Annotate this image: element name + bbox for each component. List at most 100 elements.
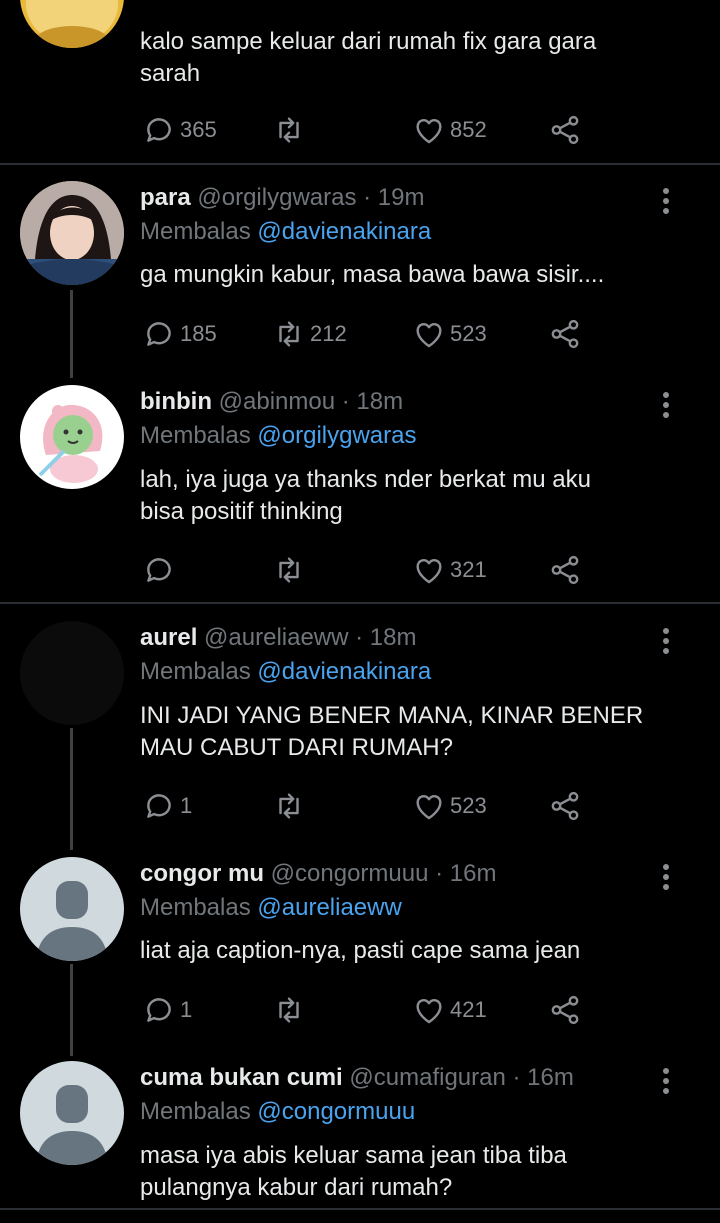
replying-to-label: Membalas — [140, 658, 251, 685]
share-icon — [551, 555, 579, 585]
timestamp: · 16m — [435, 860, 497, 887]
reply-icon — [147, 794, 171, 818]
tweet-divider — [0, 163, 720, 165]
replying-to-label: Membalas — [140, 894, 251, 921]
avatar[interactable] — [20, 1061, 124, 1165]
more-options-button[interactable] — [656, 186, 676, 216]
reply-icon — [147, 322, 171, 346]
replying-to-mention[interactable]: @aureliaeww — [257, 894, 401, 921]
like-count: 852 — [450, 117, 487, 142]
tweet-text: liat aja caption-nya, pasti cape sama je… — [140, 937, 581, 964]
reply-icon — [147, 998, 171, 1022]
share-icon — [551, 791, 579, 821]
thread-line — [70, 964, 73, 1056]
replying-to-mention[interactable]: @davienakinara — [257, 218, 431, 245]
reply-button[interactable] — [142, 553, 180, 587]
tweet-text: kalo sampe keluar dari rumah fix gara ga… — [140, 28, 597, 87]
tweet-header: congor mu @congormuuu · 16m — [140, 859, 496, 889]
share-button[interactable] — [548, 553, 582, 587]
retweet-button[interactable] — [272, 553, 310, 587]
tweet-actions: 1 421 — [142, 993, 602, 1027]
avatar[interactable] — [20, 0, 124, 48]
avatar[interactable] — [20, 385, 124, 489]
avatar[interactable] — [20, 181, 124, 285]
more-options-button[interactable] — [656, 390, 676, 420]
more-options-button[interactable] — [656, 626, 676, 656]
share-button[interactable] — [548, 113, 582, 147]
tweet-text: masa iya abis keluar sama jean tiba tiba… — [140, 1142, 567, 1201]
share-button[interactable] — [548, 317, 582, 351]
tweet-divider — [0, 1208, 720, 1210]
replying-to-mention[interactable]: @davienakinara — [257, 658, 431, 685]
reply-button[interactable]: 1 — [142, 993, 192, 1027]
retweet-icon — [279, 321, 299, 347]
replying-to-mention[interactable]: @orgilygwaras — [257, 422, 416, 449]
retweet-button[interactable] — [272, 993, 310, 1027]
share-icon — [551, 319, 579, 349]
user-handle[interactable]: @abinmou — [219, 388, 335, 415]
avatar[interactable] — [20, 621, 124, 725]
replying-to: Membalas @orgilygwaras — [140, 421, 416, 451]
thread-line — [70, 728, 73, 850]
retweet-button[interactable] — [272, 113, 310, 147]
heart-icon — [416, 999, 442, 1024]
reply-button[interactable]: 185 — [142, 317, 217, 351]
reply-button[interactable]: 1 — [142, 789, 192, 823]
more-vertical-icon — [656, 188, 676, 214]
user-handle[interactable]: @cumafiguran — [349, 1064, 505, 1091]
tweet-header: binbin @abinmou · 18m — [140, 387, 403, 417]
display-name[interactable]: aurel — [140, 624, 197, 651]
share-button[interactable] — [548, 993, 582, 1027]
more-vertical-icon — [656, 392, 676, 418]
tweet-header: para @orgilygwaras · 19m — [140, 183, 425, 213]
replying-to: Membalas @davienakinara — [140, 217, 431, 247]
more-options-button[interactable] — [656, 862, 676, 892]
replying-to-label: Membalas — [140, 1098, 251, 1125]
retweet-icon — [279, 557, 299, 583]
display-name[interactable]: congor mu — [140, 860, 264, 887]
timestamp: · 19m — [363, 184, 425, 211]
retweet-button[interactable] — [272, 789, 310, 823]
tweet-actions: 185 212 523 — [142, 317, 602, 351]
replying-to: Membalas @davienakinara — [140, 657, 431, 687]
retweet-icon — [279, 997, 299, 1023]
replying-to: Membalas @aureliaeww — [140, 893, 402, 923]
share-button[interactable] — [548, 789, 582, 823]
display-name[interactable]: para — [140, 184, 191, 211]
retweet-button[interactable]: 212 — [272, 317, 347, 351]
more-vertical-icon — [656, 864, 676, 890]
avatar[interactable] — [20, 857, 124, 961]
more-options-button[interactable] — [656, 1066, 676, 1096]
reply-icon — [147, 558, 171, 582]
like-button[interactable]: 523 — [412, 789, 487, 823]
replying-to-label: Membalas — [140, 218, 251, 245]
user-handle[interactable]: @aureliaeww — [204, 624, 348, 651]
display-name[interactable]: cuma bukan cumi — [140, 1064, 343, 1091]
like-count: 523 — [450, 321, 487, 346]
like-button[interactable]: 852 — [412, 113, 487, 147]
reply-count: 1 — [180, 793, 193, 818]
like-button[interactable]: 421 — [412, 993, 487, 1027]
timestamp: · 16m — [512, 1064, 574, 1091]
replying-to-label: Membalas — [140, 422, 251, 449]
timestamp: · 18m — [355, 624, 417, 651]
like-button[interactable]: 523 — [412, 317, 487, 351]
heart-icon — [416, 119, 442, 144]
tweet-text: ga mungkin kabur, masa bawa bawa sisir..… — [140, 261, 605, 288]
like-button[interactable]: 321 — [412, 553, 487, 587]
tweet-actions: 321 — [142, 553, 602, 587]
user-handle[interactable]: @orgilygwaras — [197, 184, 356, 211]
user-handle[interactable]: @congormuuu — [271, 860, 429, 887]
timestamp: · 18m — [341, 388, 404, 415]
retweet-icon — [279, 793, 299, 819]
retweet-count: 212 — [310, 321, 347, 346]
replying-to-mention[interactable]: @congormuuu — [257, 1098, 415, 1125]
heart-icon — [416, 323, 442, 348]
replying-to: Membalas @congormuuu — [140, 1097, 415, 1127]
tweet-actions: 1 523 — [142, 789, 602, 823]
reply-button[interactable]: 365 — [142, 113, 217, 147]
display-name[interactable]: binbin — [140, 388, 212, 415]
tweet-text: INI JADI YANG BENER MANA, KINAR BENER MA… — [140, 702, 644, 761]
heart-icon — [416, 559, 442, 584]
reply-count: 185 — [180, 321, 217, 346]
